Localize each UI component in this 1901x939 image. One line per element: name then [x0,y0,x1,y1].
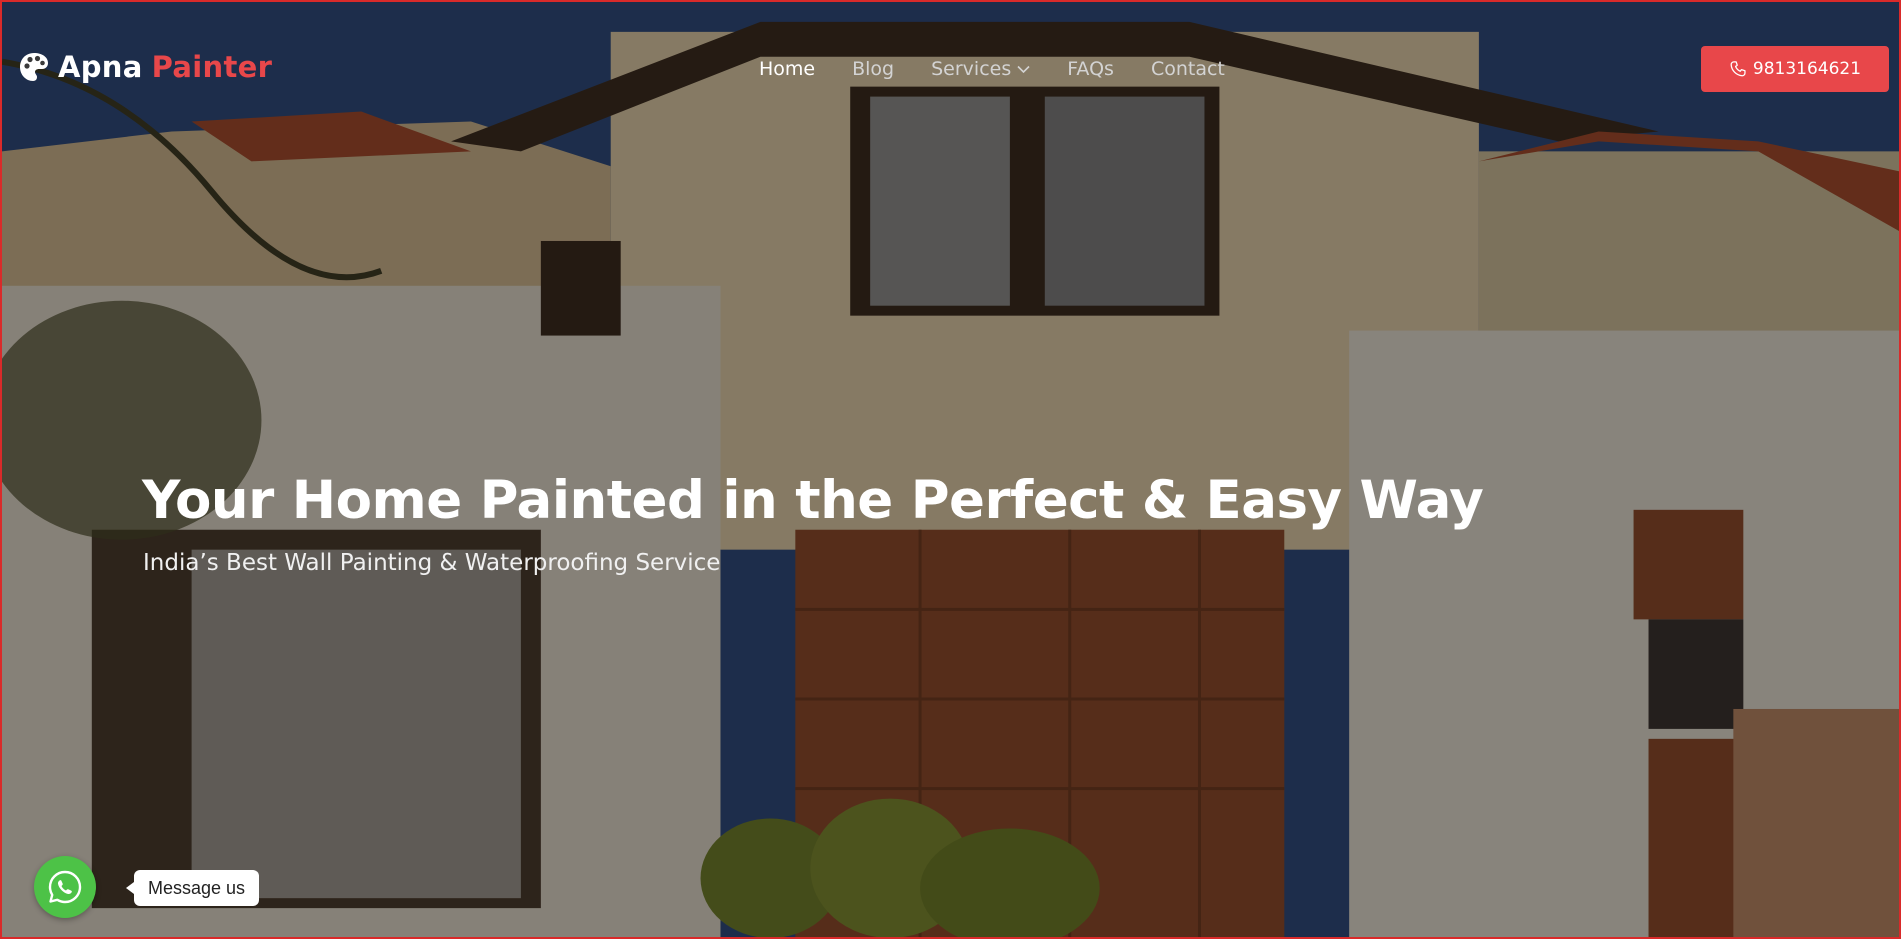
phone-icon [1730,61,1746,77]
palette-icon [20,53,48,81]
nav-item-blog[interactable]: Blog [852,58,894,80]
message-us-label[interactable]: Message us [125,870,260,906]
nav-item-services[interactable]: Services [931,58,1030,80]
main-nav: Home Blog Services FAQs Contact [759,58,1262,80]
nav-label: Services [931,58,1012,80]
whatsapp-button[interactable] [34,856,96,918]
chevron-down-icon [1017,65,1030,73]
nav-label: Blog [852,58,895,80]
brand-logo[interactable]: Apna Painter [18,50,272,84]
brand-word-2: Painter [151,50,273,84]
whatsapp-icon [48,870,82,904]
brand-word-1: Apna [58,50,143,84]
hero-subheadline: India’s Best Wall Painting & Waterproofi… [143,550,721,576]
call-button[interactable]: 9813164621 [1701,46,1889,92]
nav-label: FAQs [1067,58,1114,80]
hero-headline: Your Home Painted in the Perfect & Easy … [142,470,1484,531]
phone-number: 9813164621 [1752,59,1862,79]
nav-item-faqs[interactable]: FAQs [1067,58,1114,80]
hero-section: Apna Painter Home Blog Services FAQs Cont… [0,0,1901,939]
brand-name: Apna Painter [58,50,272,84]
nav-item-home[interactable]: Home [759,58,815,80]
nav-item-contact[interactable]: Contact [1151,58,1225,80]
nav-label: Home [759,58,816,80]
nav-label: Contact [1150,58,1225,80]
